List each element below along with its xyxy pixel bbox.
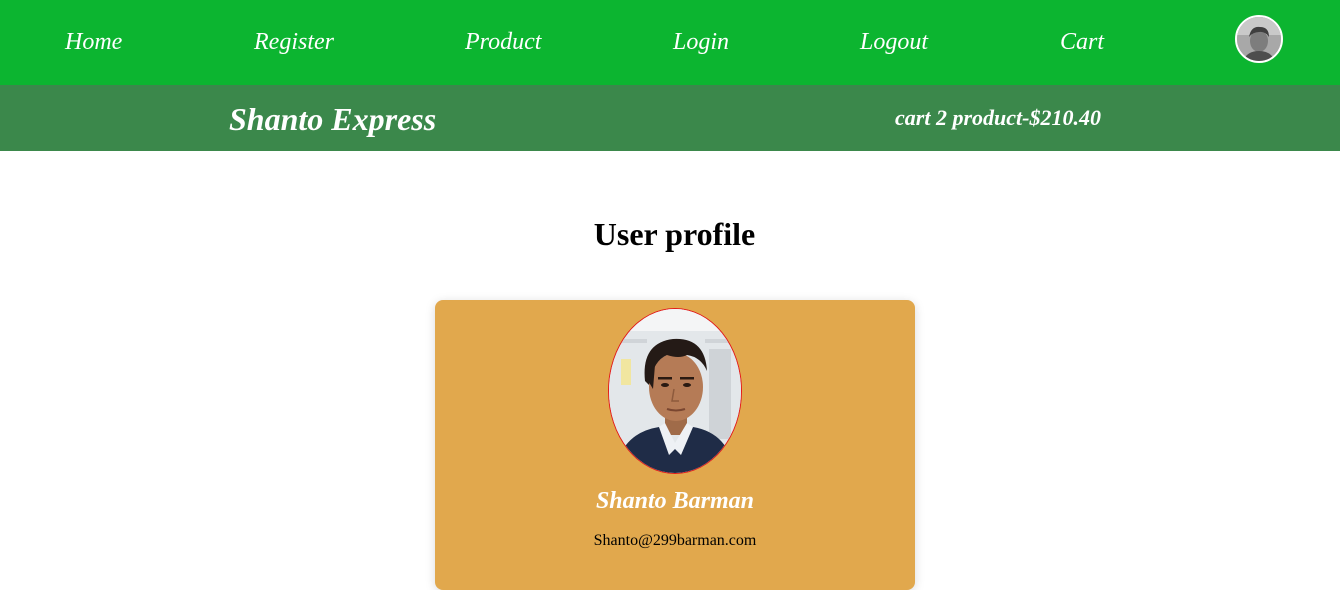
nav-home-link[interactable]: Home: [65, 27, 122, 57]
nav-login-link[interactable]: Login: [673, 27, 729, 57]
cart-summary[interactable]: cart 2 product-$210.40: [895, 104, 1101, 132]
profile-name: Shanto Barman: [595, 488, 755, 514]
nav-register-link[interactable]: Register: [254, 27, 334, 57]
brand-bar: [0, 85, 1340, 151]
nav-cart-link[interactable]: Cart: [1060, 27, 1104, 57]
page-title: User profile: [593, 216, 756, 252]
nav-logout-link[interactable]: Logout: [860, 27, 928, 57]
user-avatar-icon[interactable]: [1235, 15, 1283, 63]
top-navigation: Home Register Product Login Logout Cart: [0, 0, 1340, 85]
nav-product-link[interactable]: Product: [465, 27, 541, 57]
profile-email: Shanto@299barman.com: [593, 532, 757, 549]
profile-card: Shanto Barman Shanto@299barman.com: [435, 300, 915, 590]
brand-title[interactable]: Shanto Express: [229, 99, 436, 139]
profile-photo: [608, 308, 742, 474]
